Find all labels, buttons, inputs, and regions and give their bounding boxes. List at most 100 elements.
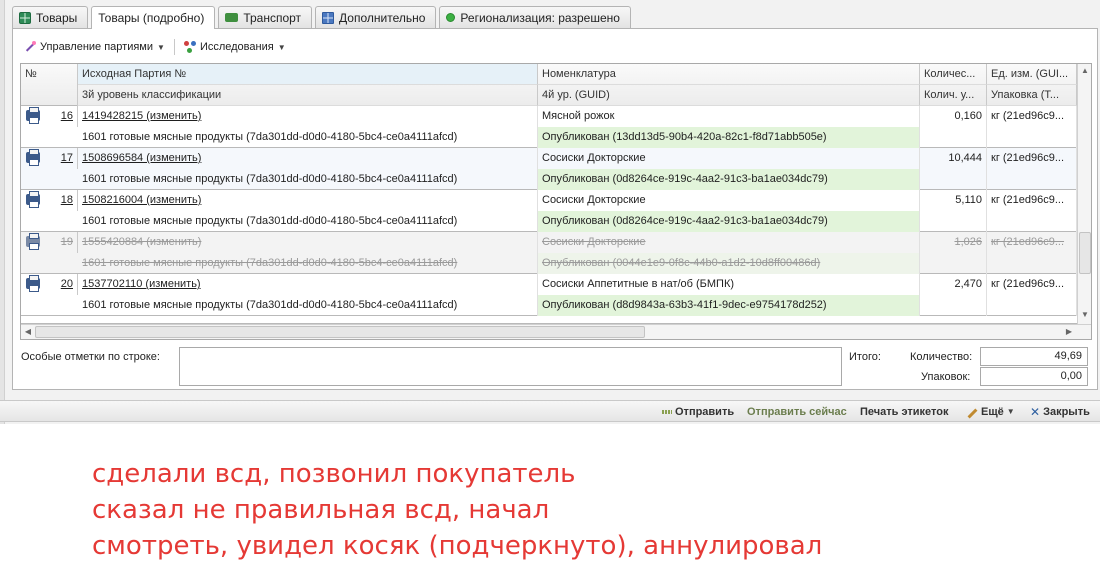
publication-status: Опубликован (0044e1e9-0f8c-44b0-a1d2-10d… — [538, 253, 920, 274]
qty-unit-value — [920, 211, 987, 232]
send-icon — [662, 407, 672, 417]
package-value — [987, 127, 1077, 148]
publication-status: Опубликован (d8d9843a-63b3-41f1-9dec-e97… — [538, 295, 920, 316]
unit-value: кг (21ed96c9... — [987, 190, 1077, 211]
classification-value: 1601 готовые мясные продукты (7da301dd-d… — [78, 169, 538, 190]
publication-status: Опубликован (13dd13d5-90b4-420a-82c1-f8d… — [538, 127, 920, 148]
batch-management-button[interactable]: Управление партиями ▼ — [21, 37, 168, 57]
status-dot-icon — [446, 13, 456, 22]
header-num[interactable]: № — [21, 64, 78, 106]
product-name: Сосиски Аппетитные в нат/об (БМПК) — [538, 274, 920, 295]
magic-wand-icon — [24, 41, 36, 53]
header-unit[interactable]: Ед. изм. (GUI... — [987, 64, 1077, 85]
quantity-value: 5,110 — [920, 190, 987, 211]
vertical-scrollbar[interactable]: ▲ ▼ — [1077, 64, 1091, 324]
batch-link[interactable]: 1508696584 (изменить) — [78, 148, 538, 169]
header-package[interactable]: Упаковка (Т... — [987, 85, 1077, 106]
tab-label: Регионализация: разрешено — [460, 10, 620, 25]
tab-goods[interactable]: Товары — [12, 6, 89, 28]
close-icon: ✕ — [1030, 405, 1041, 419]
grid-toolbar: Управление партиями ▼ Исследования ▼ — [21, 37, 289, 57]
classification-value: 1601 готовые мясные продукты (7da301dd-d… — [78, 253, 538, 274]
row-notes-field[interactable] — [179, 347, 842, 386]
row-number: 17 — [41, 148, 78, 169]
vertical-scroll-thumb[interactable] — [1079, 232, 1091, 274]
product-name: Сосиски Докторские — [538, 232, 920, 253]
batch-link[interactable]: 1419428215 (изменить) — [78, 106, 538, 127]
chevron-down-icon: ▼ — [277, 42, 286, 52]
print-labels-button[interactable]: Печать этикеток — [860, 401, 948, 423]
more-button[interactable]: Ещё ▼ — [967, 401, 1015, 423]
header-qty-unit[interactable]: Колич. у... — [920, 85, 987, 106]
row-number: 19 — [41, 232, 78, 253]
annotation-text: сделали всд, позвонил покупатель сказал … — [92, 456, 822, 564]
grid-icon — [19, 11, 31, 24]
scroll-right-icon[interactable]: ▶ — [1062, 325, 1076, 339]
package-value — [987, 169, 1077, 190]
package-value — [987, 295, 1077, 316]
left-edge — [0, 0, 5, 424]
qty-unit-value — [920, 295, 987, 316]
print-icon[interactable] — [26, 191, 40, 208]
row-number: 16 — [41, 106, 78, 127]
window-frame: Товары Товары (подробно) Транспорт Допол… — [0, 0, 1100, 424]
print-icon[interactable] — [26, 107, 40, 124]
send-now-button[interactable]: Отправить сейчас — [747, 401, 847, 423]
print-icon[interactable] — [26, 275, 40, 292]
classification-value: 1601 готовые мясные продукты (7da301dd-d… — [78, 211, 538, 232]
total-quantity-field[interactable]: 49,69 — [980, 347, 1088, 366]
tab-label: Товары (подробно) — [98, 11, 205, 25]
chevron-down-icon: ▼ — [157, 42, 165, 52]
molecule-icon — [183, 41, 196, 53]
publication-status: Опубликован (0d8264ce-919c-4aa2-91c3-ba1… — [538, 211, 920, 232]
header-quantity[interactable]: Количес... — [920, 64, 987, 85]
product-name: Мясной рожок — [538, 106, 920, 127]
tab-label: Дополнительно — [339, 10, 426, 25]
header-nomenclature[interactable]: Номенклатура — [538, 64, 920, 85]
close-button[interactable]: ✕ Закрыть — [1030, 401, 1090, 423]
research-button[interactable]: Исследования ▼ — [181, 37, 289, 57]
header-classification[interactable]: 3й уровень классификации — [78, 85, 538, 106]
send-button[interactable]: Отправить — [662, 401, 734, 423]
batch-link[interactable]: 1537702110 (изменить) — [78, 274, 538, 295]
unit-value: кг (21ed96c9... — [987, 148, 1077, 169]
header-guid[interactable]: 4й ур. (GUID) — [538, 85, 920, 106]
tab-additional[interactable]: Дополнительно — [315, 6, 437, 28]
send-now-label: Отправить сейчас — [747, 406, 847, 418]
chevron-down-icon: ▼ — [1006, 407, 1015, 416]
table-row[interactable]: 18 1508216004 (изменить) Сосиски Докторски… — [21, 190, 1077, 232]
annotation-line: сказал не правильная всд, начал — [92, 495, 550, 525]
print-icon[interactable] — [26, 149, 40, 166]
table-icon — [322, 11, 335, 24]
tab-label: Товары — [36, 10, 78, 25]
annotation-line: смотреть, увидел косяк (подчеркнуто), ан… — [92, 531, 823, 561]
quantity-value: 1,026 — [920, 232, 987, 253]
table-row[interactable]: 17 1508696584 (изменить) Сосиски Докторски… — [21, 148, 1077, 190]
table-row[interactable]: 16 1419428215 (изменить) Мясной рожок 0,160… — [21, 106, 1077, 148]
scroll-up-icon[interactable]: ▲ — [1078, 64, 1091, 78]
qty-unit-value — [920, 127, 987, 148]
batch-link[interactable]: 1508216004 (изменить) — [78, 190, 538, 211]
total-packages-field[interactable]: 0,00 — [980, 367, 1088, 386]
print-icon[interactable] — [26, 233, 40, 250]
table-row[interactable]: 20 1537702110 (изменить) Сосиски Аппетитны… — [21, 274, 1077, 316]
tab-content-panel: Управление партиями ▼ Исследования ▼ № И… — [12, 28, 1098, 390]
scroll-down-icon[interactable]: ▼ — [1078, 308, 1091, 322]
table-row[interactable]: 19 1555420884 (изменить) Сосиски Докторски… — [21, 232, 1077, 274]
annotation-line: сделали всд, позвонил покупатель — [92, 459, 576, 489]
horizontal-scrollbar[interactable]: ◀ ▶ — [21, 324, 1091, 339]
tab-regionalization[interactable]: Регионализация: разрешено — [439, 6, 631, 28]
header-batch[interactable]: Исходная Партия № — [78, 64, 538, 85]
product-name: Сосиски Докторские — [538, 190, 920, 211]
batch-link[interactable]: 1555420884 (изменить) — [78, 232, 538, 253]
horizontal-scroll-thumb[interactable] — [35, 326, 645, 338]
tab-transport[interactable]: Транспорт — [218, 6, 313, 28]
tab-goods-detailed[interactable]: Товары (подробно) — [91, 6, 216, 29]
quantity-value: 0,160 — [920, 106, 987, 127]
table-row-partial — [21, 316, 1077, 324]
quantity-value: 10,444 — [920, 148, 987, 169]
send-label: Отправить — [675, 406, 735, 418]
product-name: Сосиски Докторские — [538, 148, 920, 169]
pencil-icon — [967, 407, 978, 418]
scroll-left-icon[interactable]: ◀ — [21, 325, 35, 339]
